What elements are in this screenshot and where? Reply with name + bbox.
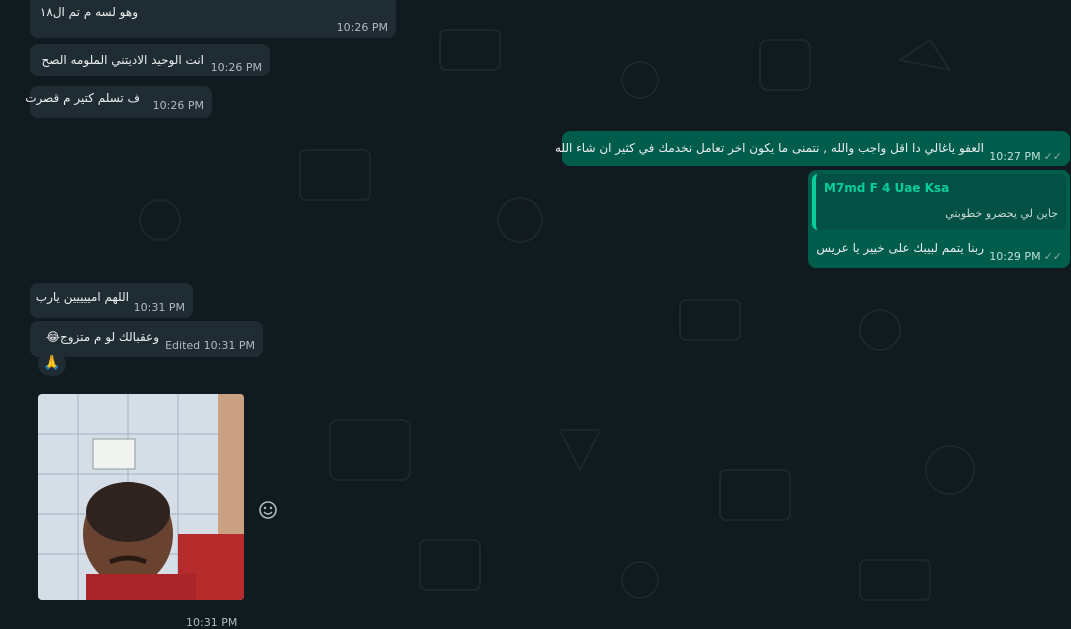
image-message[interactable] — [38, 394, 244, 600]
message-edited-time: Edited 10:31 PM — [165, 338, 255, 354]
message-text: انت الوحيد الاديتني الملومه الصح — [41, 53, 204, 67]
message-text: ف تسلم كتير م قصرت — [25, 91, 140, 105]
message-text: وهو لسه م تم ال١٨ — [39, 5, 138, 19]
message-incoming[interactable]: ف تسلم كتير م قصرت 10:26 PM — [25, 86, 212, 118]
message-time: 10:26 PM — [152, 99, 204, 112]
message-time: 10:27 PM ✓✓ — [989, 149, 1062, 165]
quoted-sender: M7md F 4 Uae Ksa — [824, 181, 950, 195]
message-outgoing-reply[interactable]: M7md F 4 Uae Ksa جاين لي يحضرو خطوبتي رب… — [808, 170, 1070, 268]
message-time-text: 10:27 PM — [989, 150, 1041, 163]
reaction-emoji: 🙏 — [43, 355, 61, 371]
message-incoming[interactable]: انت الوحيد الاديتني الملومه الصح 10:26 P… — [30, 44, 270, 76]
message-text: العفو ياغالي دا اقل واجب والله , نتمنى م… — [554, 141, 984, 155]
smiley-icon — [259, 501, 277, 519]
message-incoming[interactable]: وهو لسه م تم ال١٨ 10:26 PM — [30, 0, 396, 38]
message-time: 10:26 PM — [336, 21, 388, 34]
edited-label: Edited — [165, 339, 201, 352]
message-text: وعقبالك لو م متزوج😂 — [45, 330, 159, 344]
message-time: 10:26 PM — [210, 61, 262, 74]
quoted-text: جاين لي يحضرو خطوبتي — [945, 207, 1058, 220]
double-check-icon: ✓✓ — [1043, 250, 1062, 263]
emoji-react-button[interactable] — [258, 500, 278, 520]
photo-thumbnail — [38, 394, 244, 600]
message-time-text: 10:31 PM — [203, 339, 255, 352]
message-text: اللهم امييييين يارب — [35, 290, 129, 304]
message-incoming[interactable]: اللهم امييييين يارب 10:31 PM — [30, 283, 193, 318]
double-check-icon: ✓✓ — [1043, 150, 1062, 163]
message-time: 10:31 PM — [186, 616, 238, 629]
quoted-message[interactable]: M7md F 4 Uae Ksa جاين لي يحضرو خطوبتي — [812, 174, 1066, 230]
message-time-text: 10:29 PM — [989, 250, 1041, 263]
message-text: ربنا يتمم لبيبك على خيير يا عريس — [816, 241, 984, 255]
message-time: 10:29 PM ✓✓ — [989, 249, 1062, 265]
message-incoming[interactable]: وعقبالك لو م متزوج😂 Edited 10:31 PM — [30, 321, 263, 357]
message-time: 10:31 PM — [133, 301, 185, 314]
message-outgoing[interactable]: العفو ياغالي دا اقل واجب والله , نتمنى م… — [555, 131, 1070, 166]
reaction-badge[interactable]: 🙏 — [38, 352, 66, 376]
